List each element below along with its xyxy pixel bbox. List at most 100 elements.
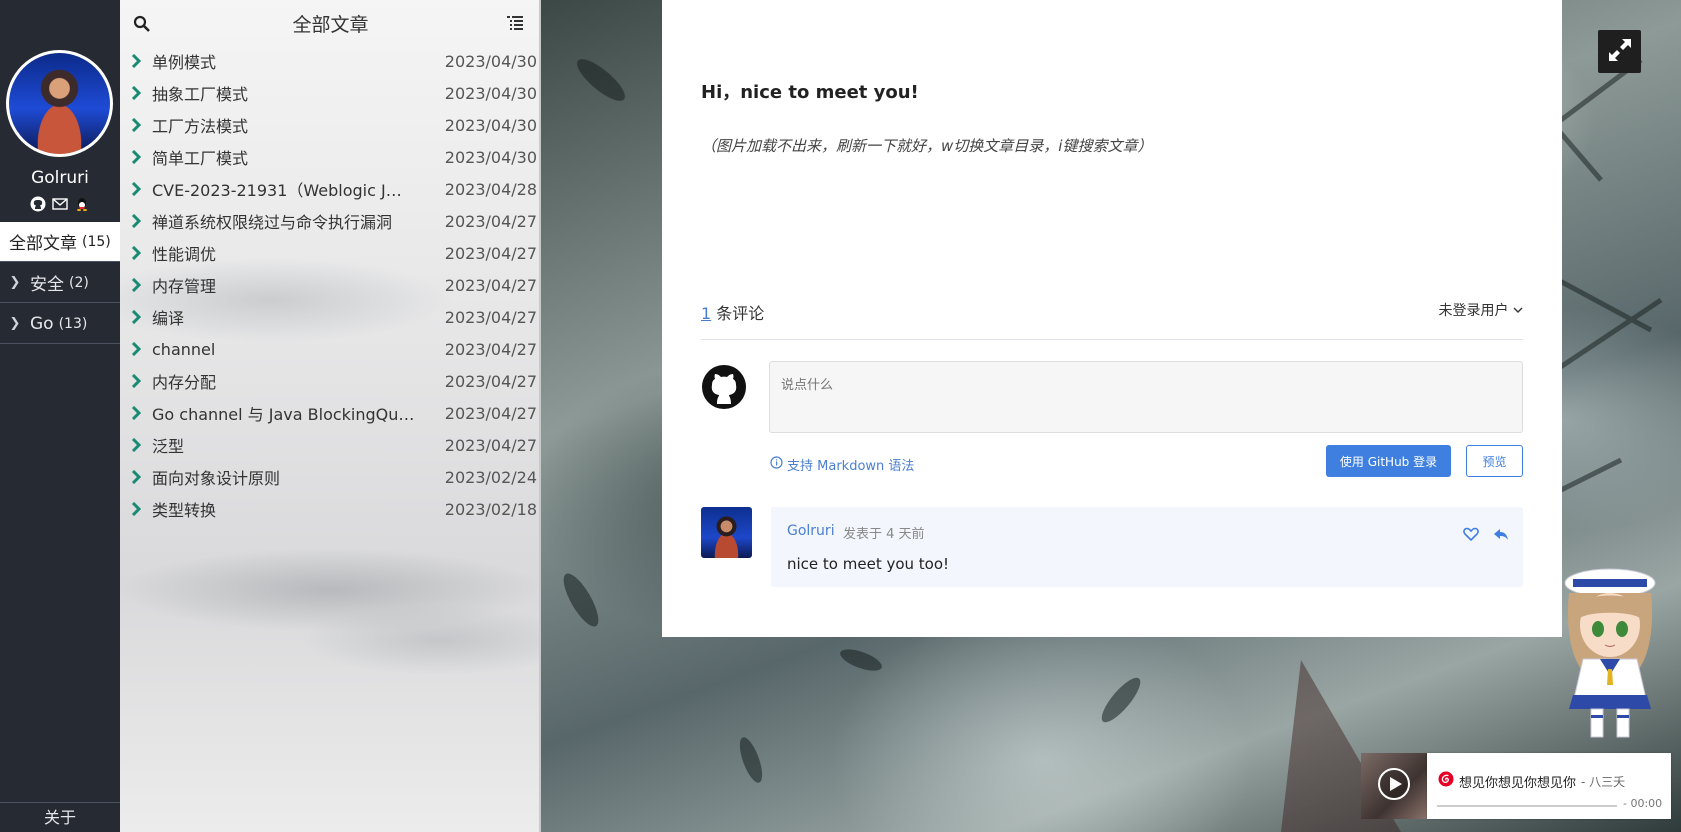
- comment-item: Golruri 发表于 4 天前 nice to meet you too!: [771, 507, 1523, 587]
- reply-icon[interactable]: [1493, 526, 1509, 542]
- hint-text: （图片加载不出来，刷新一下就好，w切换文章目录，i键搜索文章）: [701, 137, 1153, 155]
- preview-button[interactable]: 预览: [1466, 445, 1523, 477]
- article-title[interactable]: 简单工厂模式: [152, 145, 441, 169]
- comment-input[interactable]: [769, 361, 1523, 433]
- comment-author-avatar[interactable]: [701, 507, 752, 558]
- article-title[interactable]: channel: [152, 340, 441, 359]
- article-title[interactable]: 性能调优: [152, 241, 441, 265]
- expand-icon: [1607, 37, 1633, 67]
- list-item[interactable]: 泛型 2023/04/27: [120, 429, 541, 461]
- qq-icon[interactable]: [74, 196, 90, 212]
- login-user-label: 未登录用户: [1438, 303, 1509, 319]
- article-date: 2023/02/18: [444, 499, 537, 519]
- article-date: 2023/04/27: [444, 307, 537, 327]
- list-title: 全部文章: [292, 14, 369, 36]
- list-item[interactable]: Go channel 与 Java BlockingQu… 2023/04/27: [120, 397, 541, 429]
- chevron-right-icon: ❯: [9, 275, 21, 290]
- comment-author[interactable]: Golruri: [787, 523, 835, 539]
- article-date: 2023/04/27: [444, 371, 537, 391]
- chevron-right-icon: [120, 214, 152, 228]
- comment-count: 1 条评论: [701, 300, 764, 324]
- list-header: 全部文章: [120, 0, 541, 44]
- list-item[interactable]: 类型转换 2023/02/18: [120, 493, 541, 525]
- category-security[interactable]: ❯ 安全 (2): [0, 263, 120, 303]
- chevron-right-icon: [120, 182, 152, 196]
- list-item[interactable]: 编译 2023/04/27: [120, 301, 541, 333]
- category-all[interactable]: 全部文章 (15): [0, 222, 120, 262]
- markdown-tip-label: 支持 Markdown 语法: [787, 459, 915, 474]
- category-label: Go: [30, 313, 54, 334]
- sidebar: Golruri 全部文章 (15) ❯ 安全 (2) ❯ Go (13) 关于: [0, 0, 120, 832]
- article-title[interactable]: 类型转换: [152, 497, 441, 521]
- github-login-button[interactable]: 使用 GitHub 登录: [1326, 445, 1451, 477]
- article-date: 2023/04/27: [444, 403, 537, 423]
- chevron-right-icon: [120, 374, 152, 388]
- article-title[interactable]: Go channel 与 Java BlockingQu…: [152, 401, 441, 425]
- github-icon[interactable]: [30, 196, 46, 212]
- article-title[interactable]: 抽象工厂模式: [152, 81, 441, 105]
- list-item[interactable]: 内存管理 2023/04/27: [120, 269, 541, 301]
- article-title[interactable]: 单例模式: [152, 49, 441, 73]
- article-title[interactable]: 泛型: [152, 433, 441, 457]
- category-label: 全部文章: [9, 234, 77, 254]
- article-date: 2023/04/30: [444, 147, 537, 167]
- avatar[interactable]: [6, 50, 113, 157]
- article-title[interactable]: 内存分配: [152, 369, 441, 393]
- article-date: 2023/04/27: [444, 275, 537, 295]
- song-title: 想见你想见你想见你: [1459, 775, 1577, 791]
- list-item[interactable]: 抽象工厂模式 2023/04/30: [120, 77, 541, 109]
- info-icon: [770, 456, 783, 473]
- chevron-right-icon: [120, 342, 152, 356]
- about-link[interactable]: 关于: [0, 802, 120, 832]
- article-title[interactable]: 禅道系统权限绕过与命令执行漏洞: [152, 209, 441, 233]
- play-icon[interactable]: [1376, 766, 1412, 806]
- login-user-dropdown[interactable]: 未登录用户: [1439, 300, 1523, 320]
- list-item[interactable]: 性能调优 2023/04/27: [120, 237, 541, 269]
- article-title[interactable]: 内存管理: [152, 273, 441, 297]
- article-list-panel: 全部文章 单例模式 2023/04/30 抽象工厂模式 2023/04/30 工厂方法模…: [120, 0, 541, 832]
- article-title[interactable]: CVE-2023-21931（Weblogic J…: [152, 177, 441, 201]
- fullscreen-button[interactable]: [1598, 30, 1641, 73]
- player-title: 想见你想见你想见你 - 八三夭: [1438, 771, 1625, 791]
- list-item[interactable]: 禅道系统权限绕过与命令执行漏洞 2023/04/27: [120, 205, 541, 237]
- article-title[interactable]: 编译: [152, 305, 441, 329]
- github-avatar-icon: [701, 364, 747, 410]
- progress-bar[interactable]: [1437, 805, 1617, 807]
- article-title[interactable]: 面向对象设计原则: [152, 465, 441, 489]
- markdown-tip-link[interactable]: 支持 Markdown 语法: [770, 455, 914, 474]
- comments-header: 1 条评论 未登录用户: [701, 300, 1523, 340]
- category-count: (15): [82, 233, 111, 250]
- mascot-character[interactable]: [1555, 563, 1665, 743]
- category-go[interactable]: ❯ Go (13): [0, 304, 120, 344]
- chevron-right-icon: [120, 246, 152, 260]
- list-item[interactable]: channel 2023/04/27: [120, 333, 541, 365]
- toc-icon[interactable]: [506, 14, 524, 32]
- user-name: Golruri: [31, 168, 89, 188]
- list-item[interactable]: 面向对象设计原则 2023/02/24: [120, 461, 541, 493]
- song-artist: - 八三夭: [1581, 774, 1626, 789]
- heart-icon[interactable]: [1463, 526, 1479, 542]
- chevron-right-icon: ❯: [9, 316, 21, 331]
- list-item[interactable]: 内存分配 2023/04/27: [120, 365, 541, 397]
- article-list: 单例模式 2023/04/30 抽象工厂模式 2023/04/30 工厂方法模式 2023…: [120, 45, 541, 525]
- music-player: 想见你想见你想见你 - 八三夭 - 00:00: [1427, 753, 1671, 819]
- player-time: - 00:00: [1623, 797, 1663, 810]
- email-icon[interactable]: [52, 196, 68, 212]
- chevron-right-icon: [120, 118, 152, 132]
- comment-count-suffix: 条评论: [711, 304, 765, 323]
- category-count: (13): [58, 315, 88, 332]
- article-date: 2023/02/24: [444, 467, 537, 487]
- chevron-right-icon: [120, 438, 152, 452]
- list-item[interactable]: 工厂方法模式 2023/04/30: [120, 109, 541, 141]
- comment-count-number[interactable]: 1: [701, 304, 711, 323]
- chevron-right-icon: [120, 54, 152, 68]
- list-item[interactable]: 简单工厂模式 2023/04/30: [120, 141, 541, 173]
- player-cover[interactable]: [1361, 753, 1427, 819]
- article-title[interactable]: 工厂方法模式: [152, 113, 441, 137]
- netease-music-icon: [1438, 771, 1454, 791]
- category-count: (2): [69, 274, 89, 291]
- chevron-right-icon: [120, 86, 152, 100]
- list-item[interactable]: 单例模式 2023/04/30: [120, 45, 541, 77]
- chevron-right-icon: [120, 150, 152, 164]
- list-item[interactable]: CVE-2023-21931（Weblogic J… 2023/04/28: [120, 173, 541, 205]
